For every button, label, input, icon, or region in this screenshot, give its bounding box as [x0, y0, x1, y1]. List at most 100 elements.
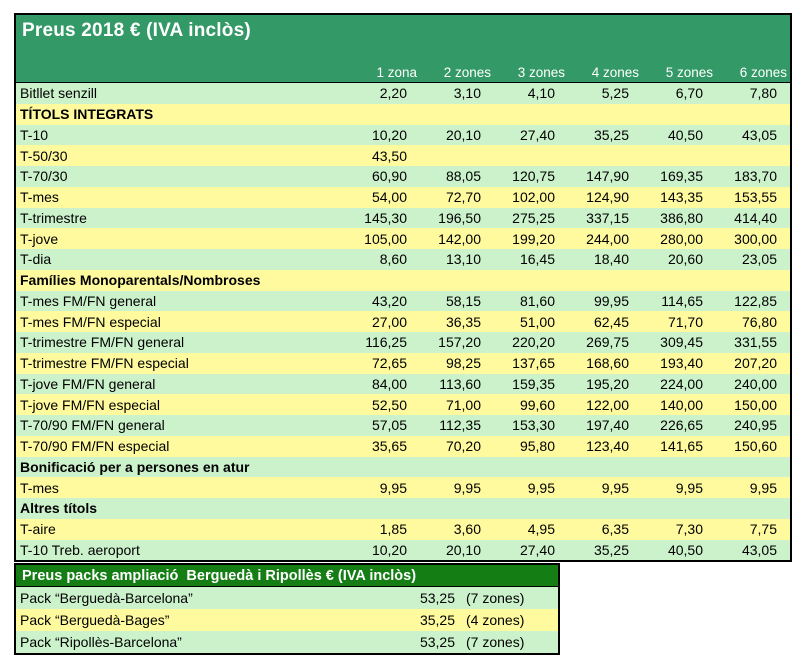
fare-value: 95,80 [494, 438, 568, 454]
fare-value: 16,45 [494, 251, 568, 267]
fare-value: 105,00 [346, 231, 420, 247]
row-label: T-10 Treb. aeroport [16, 542, 346, 558]
table-row: T-mes54,0072,70102,00124,90143,35153,55 [16, 187, 790, 208]
fare-value: 62,45 [568, 314, 642, 330]
fare-value: 220,20 [494, 334, 568, 350]
row-label: T-jove [16, 231, 346, 247]
fare-value: 145,30 [346, 210, 420, 226]
fare-value: 88,05 [420, 168, 494, 184]
row-label: T-mes [16, 189, 346, 205]
pack-label: Pack “Ripollès-Barcelona” [16, 634, 386, 650]
fare-value: 159,35 [494, 376, 568, 392]
row-label: T-aire [16, 521, 346, 537]
fare-value: 142,00 [420, 231, 494, 247]
fare-value: 195,20 [568, 376, 642, 392]
section-row: Altres títols [16, 498, 790, 519]
fare-value: 70,20 [420, 438, 494, 454]
section-row: Bonificació per a persones en atur [16, 457, 790, 478]
table-row: T-trimestre FM/FN general116,25157,20220… [16, 332, 790, 353]
zone-column-header: 3 zones [494, 65, 568, 80]
fare-value: 309,45 [642, 334, 716, 350]
packs-table: Preus packs ampliació Berguedà i Ripollè… [14, 563, 560, 655]
row-label: T-dia [16, 251, 346, 267]
fare-value: 13,10 [420, 251, 494, 267]
zone-column-header: 1 zona [346, 65, 420, 80]
table-row: T-70/90 FM/FN especial35,6570,2095,80123… [16, 436, 790, 457]
fare-value: 196,50 [420, 210, 494, 226]
fare-value: 54,00 [346, 189, 420, 205]
fare-value: 27,40 [494, 127, 568, 143]
pack-label: Pack “Berguedà-Barcelona” [16, 590, 386, 606]
fare-value: 3,60 [420, 521, 494, 537]
table-row: T-70/3060,9088,05120,75147,90169,35183,7… [16, 166, 790, 187]
fare-value: 20,60 [642, 251, 716, 267]
fare-value: 60,90 [346, 168, 420, 184]
row-label: T-70/90 FM/FN especial [16, 438, 346, 454]
table-row: T-jove105,00142,00199,20244,00280,00300,… [16, 228, 790, 249]
fare-value: 71,00 [420, 397, 494, 413]
fare-value: 52,50 [346, 397, 420, 413]
fare-value: 36,35 [420, 314, 494, 330]
page: Preus 2018 € (IVA inclòs) 1 zona2 zones3… [0, 0, 806, 655]
fare-value: 98,25 [420, 355, 494, 371]
pack-row: Pack “Ripollès-Barcelona”53,25(7 zones) [16, 631, 558, 653]
fare-value: 9,95 [716, 480, 790, 496]
fare-value: 199,20 [494, 231, 568, 247]
pack-price: 53,25 [386, 590, 458, 606]
fare-value: 147,90 [568, 168, 642, 184]
fare-value: 124,90 [568, 189, 642, 205]
fare-value: 71,70 [642, 314, 716, 330]
row-label: T-trimestre [16, 210, 346, 226]
fare-value: 7,80 [716, 85, 790, 101]
pack-rows: Pack “Berguedà-Barcelona”53,25(7 zones)P… [16, 587, 558, 653]
fare-value: 226,65 [642, 417, 716, 433]
fare-value: 197,40 [568, 417, 642, 433]
table-row: T-mes FM/FN especial27,0036,3551,0062,45… [16, 311, 790, 332]
fare-value: 123,40 [568, 438, 642, 454]
fare-value: 331,55 [716, 334, 790, 350]
fare-value: 35,65 [346, 438, 420, 454]
fare-value: 150,60 [716, 438, 790, 454]
row-label: Bitllet senzill [16, 85, 346, 101]
pack-label: Pack “Berguedà-Bages” [16, 612, 386, 628]
row-label: Bonificació per a persones en atur [16, 459, 790, 475]
fare-value: 269,75 [568, 334, 642, 350]
fare-value: 81,60 [494, 293, 568, 309]
fare-value: 102,00 [494, 189, 568, 205]
fare-value: 143,35 [642, 189, 716, 205]
fare-value: 27,40 [494, 542, 568, 558]
fare-value: 9,95 [568, 480, 642, 496]
table-row: T-jove FM/FN especial52,5071,0099,60122,… [16, 394, 790, 415]
fare-value: 10,20 [346, 542, 420, 558]
packs-table-title: Preus packs ampliació Berguedà i Ripollè… [16, 565, 558, 587]
fare-value: 280,00 [642, 231, 716, 247]
fares-table: Preus 2018 € (IVA inclòs) 1 zona2 zones3… [14, 13, 792, 562]
table-row: T-trimestre FM/FN especial72,6598,25137,… [16, 353, 790, 374]
fare-value: 157,20 [420, 334, 494, 350]
row-label: T-10 [16, 127, 346, 143]
fare-value: 3,10 [420, 85, 494, 101]
fare-value: 116,25 [346, 334, 420, 350]
fare-value: 43,05 [716, 542, 790, 558]
section-row: TÍTOLS INTEGRATS [16, 104, 790, 125]
fare-value: 169,35 [642, 168, 716, 184]
fare-value: 244,00 [568, 231, 642, 247]
table-row: T-50/3043,50 [16, 145, 790, 166]
table-row: Bitllet senzill2,203,104,105,256,707,80 [16, 83, 790, 104]
fare-value: 193,40 [642, 355, 716, 371]
table-row: T-mes FM/FN general43,2058,1581,6099,951… [16, 291, 790, 312]
row-label: Famílies Monoparentals/Nombroses [16, 272, 790, 288]
fare-value: 2,20 [346, 85, 420, 101]
fare-value: 337,15 [568, 210, 642, 226]
table-row: T-aire1,853,604,956,357,307,75 [16, 519, 790, 540]
fare-value: 10,20 [346, 127, 420, 143]
fare-value: 120,75 [494, 168, 568, 184]
fare-value: 6,70 [642, 85, 716, 101]
fare-value: 20,10 [420, 542, 494, 558]
fare-value: 7,75 [716, 521, 790, 537]
fare-value: 8,60 [346, 251, 420, 267]
fare-value: 275,25 [494, 210, 568, 226]
fare-value: 40,50 [642, 127, 716, 143]
table-row: T-1010,2020,1027,4035,2540,5043,05 [16, 125, 790, 146]
row-label: T-trimestre FM/FN general [16, 334, 346, 350]
